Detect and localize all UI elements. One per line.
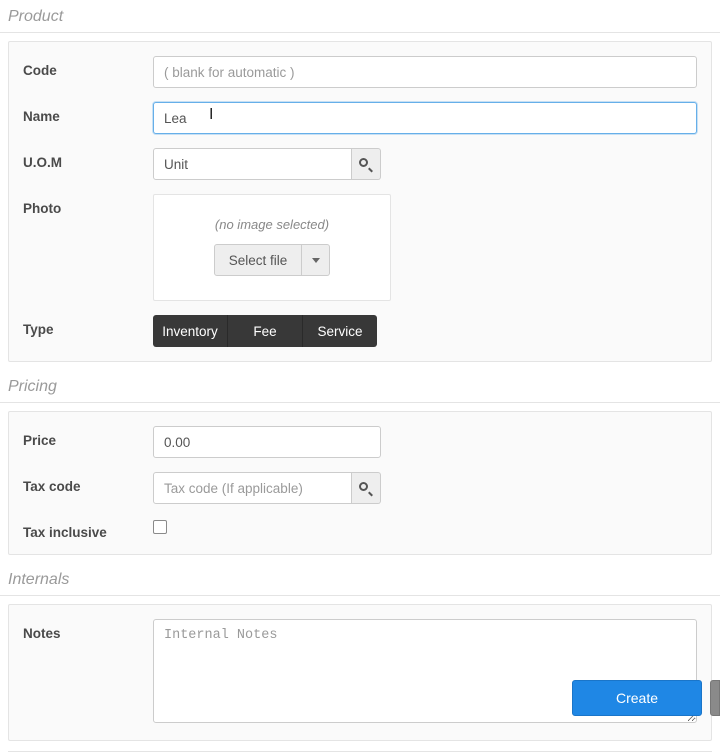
photo-dropzone: (no image selected) Select file bbox=[153, 194, 391, 301]
search-icon bbox=[359, 482, 372, 495]
section-header-product: Product bbox=[0, 0, 720, 33]
section-body-product: Code Name I U.O.M Photo (no image select… bbox=[8, 41, 712, 362]
footer: Create bbox=[0, 666, 720, 720]
tax-inclusive-label: Tax inclusive bbox=[23, 518, 153, 540]
notes-label: Notes bbox=[23, 619, 153, 641]
tax-code-label: Tax code bbox=[23, 472, 153, 494]
tax-code-lookup-button[interactable] bbox=[352, 472, 381, 504]
tax-code-input[interactable] bbox=[153, 472, 352, 504]
type-option-service[interactable]: Service bbox=[302, 315, 377, 347]
code-input[interactable] bbox=[153, 56, 697, 88]
photo-caption: (no image selected) bbox=[215, 217, 329, 232]
section-header-internals: Internals bbox=[0, 563, 720, 596]
search-icon bbox=[359, 158, 372, 171]
select-file-button[interactable]: Select file bbox=[214, 244, 303, 276]
chevron-down-icon bbox=[312, 258, 320, 263]
type-option-fee[interactable]: Fee bbox=[227, 315, 302, 347]
price-label: Price bbox=[23, 426, 153, 448]
price-input[interactable] bbox=[153, 426, 381, 458]
type-toggle: Inventory Fee Service bbox=[153, 315, 377, 347]
tax-inclusive-checkbox[interactable] bbox=[153, 520, 167, 534]
create-button[interactable]: Create bbox=[572, 680, 702, 716]
section-header-pricing: Pricing bbox=[0, 370, 720, 403]
secondary-button-partial[interactable] bbox=[710, 680, 720, 716]
section-body-pricing: Price Tax code Tax inclusive bbox=[8, 411, 712, 555]
name-label: Name bbox=[23, 102, 153, 124]
code-label: Code bbox=[23, 56, 153, 78]
name-input[interactable] bbox=[153, 102, 697, 134]
select-file-dropdown[interactable] bbox=[302, 244, 330, 276]
uom-input[interactable] bbox=[153, 148, 352, 180]
photo-label: Photo bbox=[23, 194, 153, 216]
type-label: Type bbox=[23, 315, 153, 337]
type-option-inventory[interactable]: Inventory bbox=[153, 315, 227, 347]
uom-lookup-button[interactable] bbox=[352, 148, 381, 180]
uom-label: U.O.M bbox=[23, 148, 153, 170]
